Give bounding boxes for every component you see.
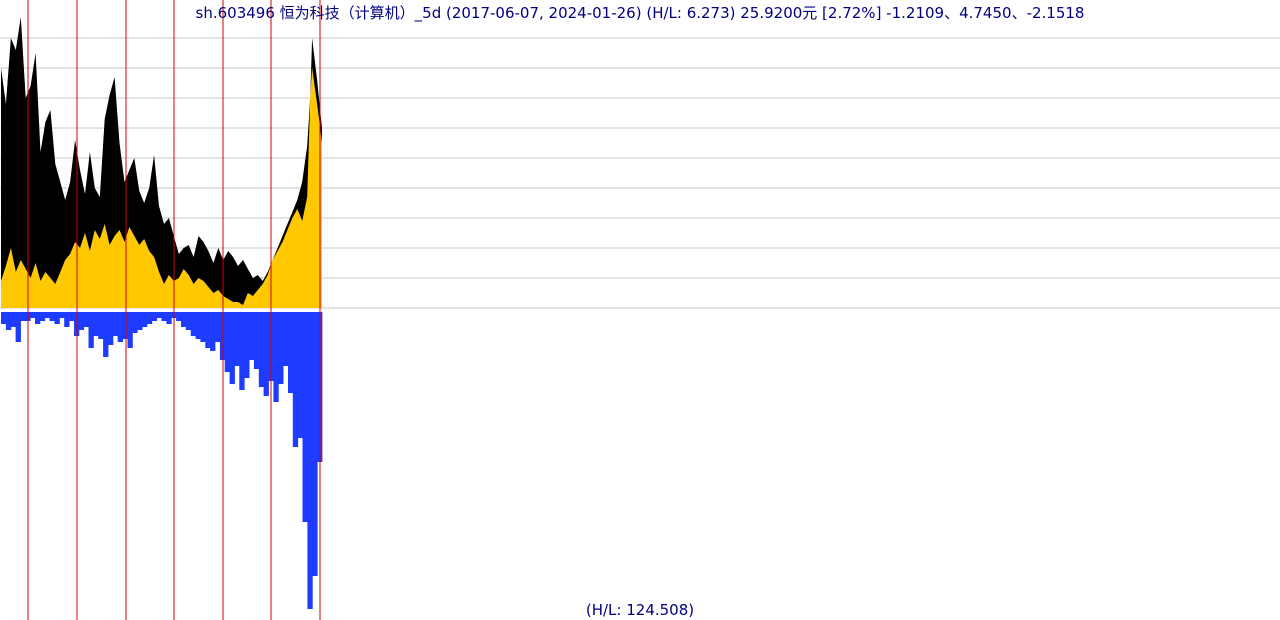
volume-bar	[224, 312, 230, 372]
volume-bar	[249, 312, 255, 360]
volume-bar	[112, 312, 119, 336]
volume-bar	[132, 312, 138, 333]
volume-bar	[292, 312, 299, 447]
volume-bar	[312, 312, 318, 576]
volume-bar	[258, 312, 265, 387]
volume-bar	[234, 312, 240, 366]
volume-bar	[88, 312, 94, 348]
volume-bar	[239, 312, 245, 390]
volume-bar	[39, 312, 46, 321]
volume-bar	[229, 312, 235, 384]
volume-bar	[78, 312, 85, 330]
volume-bar	[244, 312, 250, 378]
volume-bar	[127, 312, 133, 348]
volume-bar	[137, 312, 143, 330]
volume-bar	[205, 312, 211, 348]
volume-bar	[103, 312, 109, 357]
volume-bar	[35, 312, 41, 324]
chart-title: sh.603496 恒为科技（计算机）_5d (2017-06-07, 2024…	[195, 4, 1085, 22]
volume-bar	[64, 312, 70, 327]
volume-bar	[161, 312, 167, 321]
volume-bar	[146, 312, 153, 324]
volume-bar	[288, 312, 294, 393]
stock-chart	[0, 0, 1280, 620]
volume-bar	[1, 312, 7, 324]
vertical-markers	[27, 0, 321, 620]
volume-bar	[166, 312, 172, 324]
volume-area	[1, 312, 323, 609]
volume-bar	[108, 312, 114, 345]
volume-bar	[283, 312, 289, 366]
volume-bar	[44, 312, 51, 318]
volume-bar	[10, 312, 16, 327]
volume-bar	[30, 312, 36, 318]
volume-bar	[117, 312, 123, 342]
volume-bar	[278, 312, 284, 384]
volume-bar	[142, 312, 148, 327]
volume-bar	[156, 312, 162, 318]
volume-bar	[122, 312, 128, 339]
volume-bar	[15, 312, 21, 342]
volume-bar	[307, 312, 313, 609]
volume-bar	[195, 312, 201, 339]
volume-bar	[83, 312, 89, 327]
volume-bar	[185, 312, 192, 330]
volume-ratio-label: (H/L: 124.508)	[585, 601, 695, 619]
volume-bar	[297, 312, 303, 438]
volume-bar	[302, 312, 308, 522]
volume-bar	[200, 312, 206, 342]
volume-bar	[190, 312, 196, 336]
volume-bar	[215, 312, 221, 342]
volume-bar	[93, 312, 99, 336]
volume-bar	[5, 312, 12, 330]
volume-bar	[273, 312, 279, 402]
volume-bar	[210, 312, 216, 351]
volume-bar	[263, 312, 269, 396]
volume-bar	[253, 312, 260, 369]
volume-bar	[69, 312, 75, 321]
volume-bar	[20, 312, 26, 321]
volume-bar	[181, 312, 187, 327]
price-area	[1, 17, 322, 308]
volume-bar	[98, 312, 104, 339]
volume-bar	[151, 312, 158, 321]
volume-bar	[54, 312, 60, 324]
volume-bar	[49, 312, 55, 321]
volume-bar	[59, 312, 65, 318]
volume-bar	[176, 312, 182, 321]
